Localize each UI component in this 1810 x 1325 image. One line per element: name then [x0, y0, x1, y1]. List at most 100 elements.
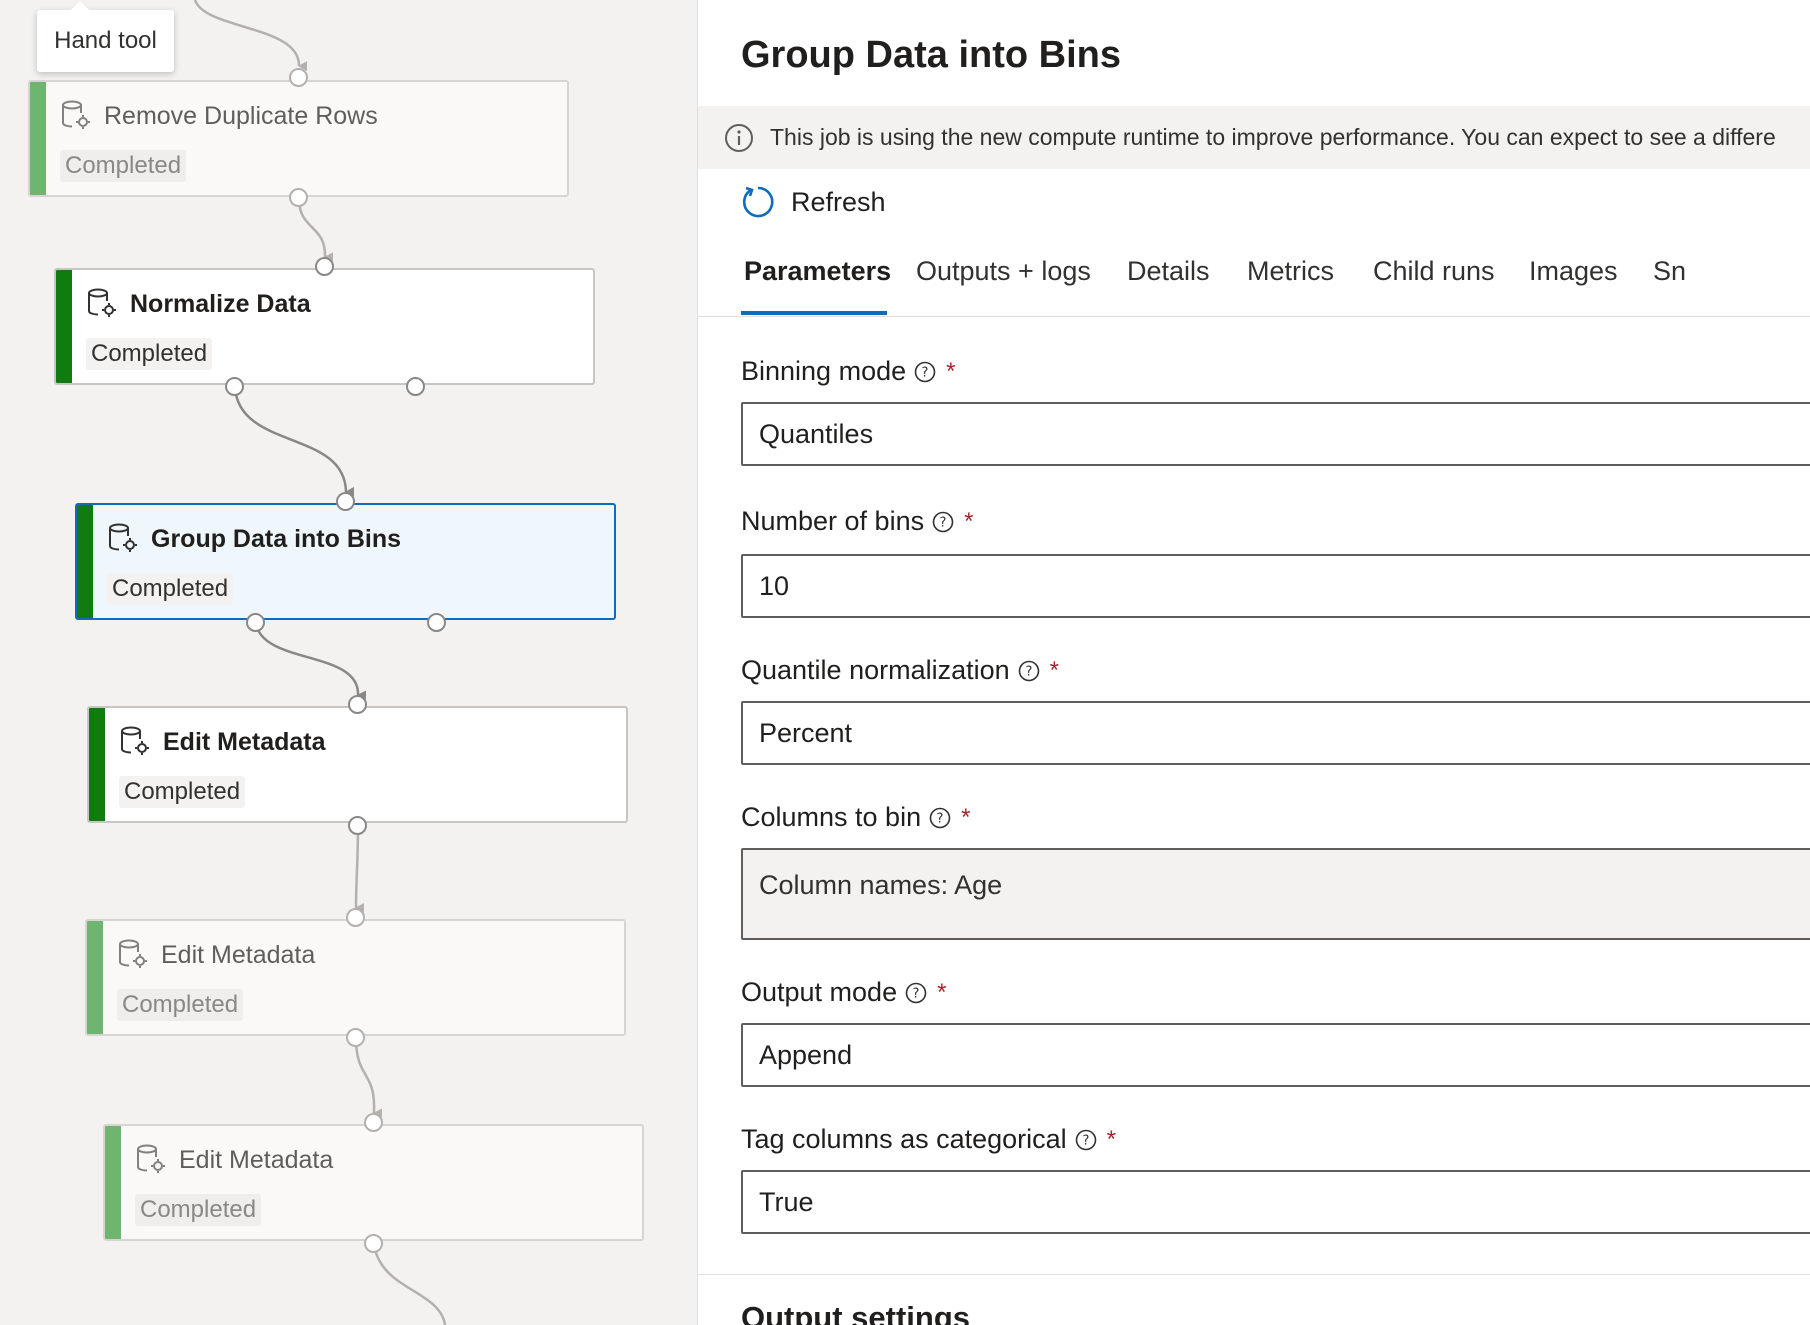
output-settings-heading: Output settings: [741, 1300, 971, 1325]
status-bar: [56, 270, 72, 383]
node-output-port[interactable]: [346, 1028, 365, 1047]
tab-metrics[interactable]: Metrics: [1247, 256, 1334, 287]
node-input-port[interactable]: [289, 68, 308, 87]
svg-text:?: ?: [937, 811, 944, 826]
edge-outgoing: [372, 1243, 447, 1325]
node-output-port[interactable]: [246, 613, 265, 632]
help-icon[interactable]: ?: [932, 511, 954, 533]
svg-text:?: ?: [913, 986, 920, 1001]
binning-mode-dropdown[interactable]: Quantiles: [741, 402, 1810, 466]
database-gear-icon: [119, 939, 147, 968]
node-input-port[interactable]: [346, 908, 365, 927]
node-edit-metadata-3[interactable]: Edit Metadata Completed: [103, 1124, 644, 1241]
status-badge: Completed: [117, 989, 244, 1021]
pipeline-canvas[interactable]: Hand tool Remove Duplicate Rows Complete…: [0, 0, 697, 1325]
required-indicator: *: [964, 507, 974, 535]
refresh-icon: [742, 186, 774, 218]
node-input-port[interactable]: [364, 1113, 383, 1132]
tag-columns-categorical-label: Tag columns as categorical ? *: [741, 1124, 1117, 1154]
help-icon[interactable]: ?: [1018, 660, 1040, 682]
node-input-port[interactable]: [315, 257, 334, 276]
tag-columns-categorical-dropdown[interactable]: True: [741, 1170, 1810, 1234]
help-icon[interactable]: ?: [1075, 1129, 1097, 1151]
panel-title: Group Data into Bins: [741, 34, 1121, 76]
required-indicator: *: [946, 357, 956, 385]
status-badge: Completed: [86, 338, 213, 370]
node-input-port[interactable]: [348, 695, 367, 714]
svg-text:?: ?: [1025, 664, 1032, 679]
node-output-port[interactable]: [225, 377, 244, 396]
status-bar: [105, 1126, 121, 1239]
status-bar: [89, 708, 105, 821]
quantile-normalization-label: Quantile normalization ? *: [741, 655, 1059, 685]
node-title: Edit Metadata: [179, 1146, 334, 1174]
output-mode-label: Output mode ? *: [741, 977, 947, 1007]
edge-incoming: [193, 0, 308, 72]
svg-text:?: ?: [1082, 1133, 1089, 1148]
edge-group-to-edit1: [254, 622, 367, 701]
tab-details[interactable]: Details: [1127, 256, 1210, 287]
number-of-bins-label: Number of bins ? *: [741, 506, 974, 536]
number-of-bins-input[interactable]: 10: [741, 554, 1810, 618]
database-gear-icon: [62, 100, 90, 129]
quantile-normalization-dropdown[interactable]: Percent: [741, 701, 1810, 765]
status-badge: Completed: [135, 1194, 262, 1226]
status-badge: Completed: [119, 776, 246, 808]
database-gear-icon: [88, 288, 116, 317]
node-output-port[interactable]: [427, 613, 446, 632]
node-output-port[interactable]: [348, 816, 367, 835]
node-output-port[interactable]: [289, 188, 308, 207]
database-gear-icon: [137, 1144, 165, 1173]
status-badge: Completed: [107, 573, 234, 605]
svg-text:?: ?: [922, 365, 929, 380]
required-indicator: *: [1106, 1125, 1117, 1153]
node-title: Edit Metadata: [163, 728, 326, 756]
banner-text: This job is using the new compute runtim…: [770, 124, 1776, 150]
tab-images[interactable]: Images: [1529, 256, 1618, 287]
required-indicator: *: [1049, 656, 1059, 684]
status-bar: [77, 505, 93, 618]
node-output-port[interactable]: [406, 377, 425, 396]
node-output-port[interactable]: [364, 1234, 383, 1253]
edge-edit1-to-edit2: [354, 825, 365, 914]
details-panel: Group Data into Bins This job is using t…: [697, 0, 1810, 1325]
database-gear-icon: [109, 523, 137, 552]
section-divider: [698, 1274, 1810, 1275]
refresh-label: Refresh: [791, 186, 886, 217]
node-title: Group Data into Bins: [151, 525, 401, 553]
node-remove-duplicate-rows[interactable]: Remove Duplicate Rows Completed: [28, 80, 569, 197]
svg-text:?: ?: [940, 515, 947, 530]
node-title: Normalize Data: [130, 290, 311, 318]
refresh-button[interactable]: Refresh: [741, 182, 886, 222]
columns-to-bin-field[interactable]: Column names: Age: [741, 848, 1810, 940]
database-gear-icon: [121, 726, 149, 755]
tab-bar: Parameters Outputs + logs Details Metric…: [698, 250, 1810, 317]
tab-parameters[interactable]: Parameters: [744, 256, 891, 287]
edge-edit2-to-edit3: [354, 1037, 383, 1119]
info-banner: This job is using the new compute runtim…: [698, 106, 1810, 169]
node-title: Edit Metadata: [161, 941, 316, 969]
node-edit-metadata-2[interactable]: Edit Metadata Completed: [85, 919, 626, 1036]
tab-child-runs[interactable]: Child runs: [1373, 256, 1495, 287]
help-icon[interactable]: ?: [905, 982, 927, 1004]
status-bar: [30, 82, 46, 195]
node-input-port[interactable]: [336, 492, 355, 511]
node-normalize-data[interactable]: Normalize Data Completed: [54, 268, 595, 385]
status-badge: Completed: [60, 150, 187, 182]
required-indicator: *: [937, 978, 947, 1006]
info-icon: [725, 123, 753, 152]
node-group-data-into-bins[interactable]: Group Data into Bins Completed: [75, 503, 616, 620]
binning-mode-label: Binning mode ? *: [741, 356, 956, 386]
required-indicator: *: [961, 803, 971, 831]
help-icon[interactable]: ?: [914, 361, 936, 383]
help-icon[interactable]: ?: [929, 807, 951, 829]
node-title: Remove Duplicate Rows: [104, 102, 378, 130]
output-mode-dropdown[interactable]: Append: [741, 1023, 1810, 1087]
node-edit-metadata-1[interactable]: Edit Metadata Completed: [87, 706, 628, 823]
active-tab-indicator: [741, 311, 887, 315]
edge-normalize-to-group: [233, 387, 355, 497]
tab-snapshot[interactable]: Sn: [1653, 256, 1686, 287]
columns-to-bin-label: Columns to bin ? *: [741, 802, 971, 832]
tab-outputs-logs[interactable]: Outputs + logs: [916, 256, 1091, 287]
hand-tool-tooltip: Hand tool: [37, 1, 174, 72]
